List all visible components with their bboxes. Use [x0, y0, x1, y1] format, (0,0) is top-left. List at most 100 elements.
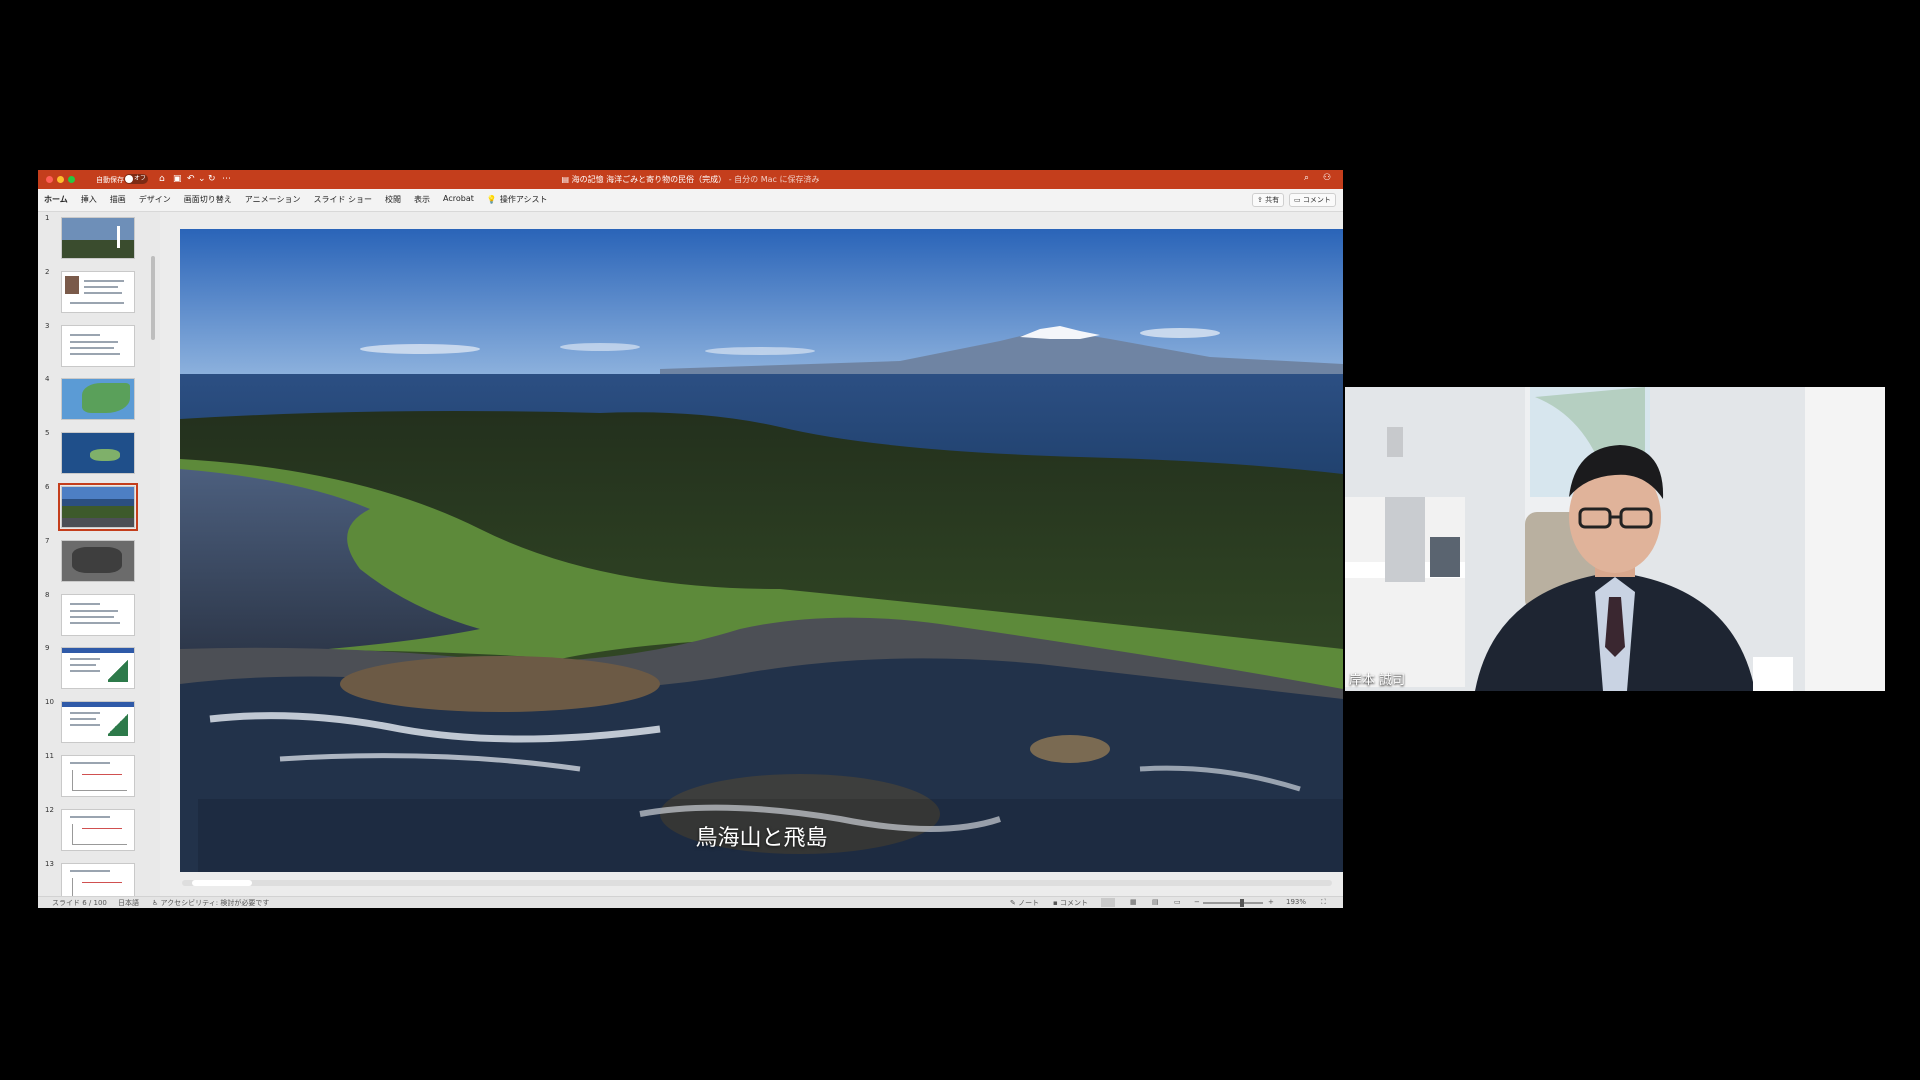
slide-thumbnail-6[interactable]: 6 — [38, 483, 158, 535]
thumbnail-number: 13 — [45, 859, 54, 868]
thumbnail-preview[interactable] — [61, 808, 135, 851]
share-button[interactable]: ⇪ 共有 — [1252, 193, 1285, 207]
thumbnail-graphic — [84, 291, 122, 294]
comments-label: コメント — [1302, 196, 1331, 204]
slide-thumbnail-4[interactable]: 4 — [38, 375, 158, 427]
thumbnail-graphic — [62, 487, 134, 499]
slide-thumbnail-1[interactable]: 1 — [38, 214, 158, 266]
thumbnail-scrollbar[interactable] — [151, 256, 155, 340]
tab-insert[interactable]: 挿入 — [81, 194, 97, 205]
thumbnail-preview[interactable] — [61, 701, 135, 744]
zoom-slider-knob[interactable] — [1240, 899, 1244, 907]
thumbnail-number: 8 — [45, 590, 50, 599]
notes-button[interactable]: ✎ ノート — [1010, 898, 1039, 908]
horizontal-scrollbar[interactable] — [182, 880, 1332, 886]
tab-review[interactable]: 校閲 — [385, 194, 401, 205]
thumbnail-graphic — [70, 333, 100, 336]
thumbnail-preview[interactable] — [61, 324, 135, 367]
thumbnail-graphic — [70, 340, 118, 343]
thumbnail-graphic — [65, 275, 79, 294]
slide-thumbnail-pane[interactable]: 1 2 3 4 5 6 7 8 9 10 11 12 13 — [38, 212, 158, 896]
tab-home[interactable]: ホーム — [44, 194, 68, 205]
thumbnail-preview[interactable] — [61, 539, 135, 582]
lightbulb-icon: 💡 — [486, 195, 497, 204]
status-comments-label: コメント — [1059, 899, 1088, 907]
thumbnail-graphic — [70, 664, 96, 667]
thumbnail-number: 9 — [45, 644, 50, 653]
accessibility-label: アクセシビリティ: 検討が必要です — [160, 899, 270, 907]
thumbnail-preview[interactable] — [61, 432, 135, 475]
thumbnail-graphic — [62, 218, 134, 242]
slide-thumbnail-11[interactable]: 11 — [38, 752, 158, 804]
thumbnail-graphic — [70, 346, 114, 349]
thumbnail-graphic — [84, 279, 124, 282]
share-person-icon[interactable]: ⚇ — [1323, 173, 1331, 183]
thumbnail-preview[interactable] — [61, 755, 135, 797]
tab-draw[interactable]: 描画 — [110, 194, 126, 205]
search-icon[interactable]: ⌕ — [1304, 173, 1309, 183]
reading-view-icon[interactable]: ▤ — [1152, 898, 1159, 906]
slide-thumbnail-8[interactable]: 8 — [38, 591, 158, 643]
thumbnail-number: 11 — [45, 752, 54, 760]
tab-view[interactable]: 表示 — [414, 194, 430, 205]
zoom-out-icon[interactable]: − — [1194, 898, 1200, 906]
comment-icon: ▪ — [1053, 899, 1058, 907]
document-title: ▤ 海の記憶 海洋ごみと寄り物の民俗（完成） - 自分の Mac に保存済み — [38, 174, 1343, 185]
thumbnail-number: 4 — [45, 375, 50, 384]
horizontal-scrollbar-thumb[interactable] — [192, 880, 252, 886]
thumbnail-preview[interactable] — [61, 647, 135, 690]
comments-button[interactable]: ▭ コメント — [1289, 193, 1336, 207]
thumbnail-preview[interactable] — [61, 270, 135, 313]
participant-video-frame — [1345, 387, 1885, 691]
tell-me-search[interactable]: 💡 操作アシスト — [487, 194, 548, 205]
thumbnail-preview[interactable] — [58, 483, 138, 531]
slide-thumbnail-13[interactable]: 13 — [38, 860, 158, 896]
zoom-in-icon[interactable]: + — [1268, 898, 1274, 906]
powerpoint-window: 自動保存 オフ ⌂ ▣ ↶ ⌄ ↻ ⋯ ▤ 海の記憶 海洋ごみと寄り物の民俗（完… — [38, 170, 1343, 908]
thumbnail-number: 1 — [45, 214, 50, 222]
thumbnail-preview[interactable] — [61, 217, 135, 259]
accessibility-status[interactable]: ♿ アクセシビリティ: 検討が必要です — [152, 898, 269, 908]
thumbnail-graphic — [82, 827, 122, 841]
slide-thumbnail-2[interactable]: 2 — [38, 268, 158, 320]
slide-thumbnail-10[interactable]: 10 — [38, 698, 158, 750]
slide-thumbnail-3[interactable]: 3 — [38, 322, 158, 374]
zoom-slider[interactable] — [1203, 902, 1263, 904]
thumbnail-preview[interactable] — [61, 593, 135, 636]
tab-animations[interactable]: アニメーション — [245, 194, 301, 205]
fit-to-window-icon[interactable]: ⛶ — [1321, 898, 1326, 907]
title-bar: 自動保存 オフ ⌂ ▣ ↶ ⌄ ↻ ⋯ ▤ 海の記憶 海洋ごみと寄り物の民俗（完… — [38, 170, 1343, 189]
thumbnail-number: 6 — [45, 483, 50, 491]
tab-design[interactable]: デザイン — [139, 194, 171, 205]
thumbnail-number: 2 — [45, 267, 50, 276]
tab-acrobat[interactable]: Acrobat — [443, 194, 474, 205]
slide-thumbnail-5[interactable]: 5 — [38, 429, 158, 481]
thumbnail-graphic — [90, 449, 120, 462]
slideshow-view-icon[interactable]: ▭ — [1174, 898, 1181, 906]
comment-icon: ▭ — [1294, 196, 1301, 204]
thumbnail-preview[interactable] — [61, 378, 135, 421]
normal-view-button[interactable] — [1101, 898, 1115, 907]
tab-slide-show[interactable]: スライド ショー — [313, 194, 372, 205]
thumbnail-graphic — [70, 621, 120, 624]
notes-label: ノート — [1018, 899, 1040, 907]
slide-6[interactable]: 鳥海山と飛島 — [180, 229, 1343, 872]
slide-thumbnail-12[interactable]: 12 — [38, 806, 158, 858]
slide-thumbnail-9[interactable]: 9 — [38, 644, 158, 696]
thumbnail-graphic — [82, 774, 122, 787]
thumbnail-graphic — [108, 658, 128, 683]
thumbnail-graphic — [70, 724, 100, 727]
thumbnail-graphic — [82, 881, 122, 895]
status-comments-button[interactable]: ▪ コメント — [1053, 898, 1088, 908]
thumbnail-preview[interactable] — [61, 862, 135, 896]
slide-sorter-icon[interactable]: ▦ — [1130, 898, 1137, 906]
slide-thumbnail-7[interactable]: 7 — [38, 537, 158, 589]
thumbnail-graphic — [70, 670, 100, 673]
thumbnail-graphic — [70, 762, 110, 764]
language[interactable]: 日本語 — [118, 898, 139, 908]
thumbnail-graphic — [70, 658, 100, 661]
zoom-level[interactable]: 193% — [1286, 898, 1306, 906]
tab-transitions[interactable]: 画面切り替え — [184, 194, 232, 205]
thumbnail-graphic — [70, 815, 110, 818]
thumbnail-number: 3 — [45, 321, 50, 330]
